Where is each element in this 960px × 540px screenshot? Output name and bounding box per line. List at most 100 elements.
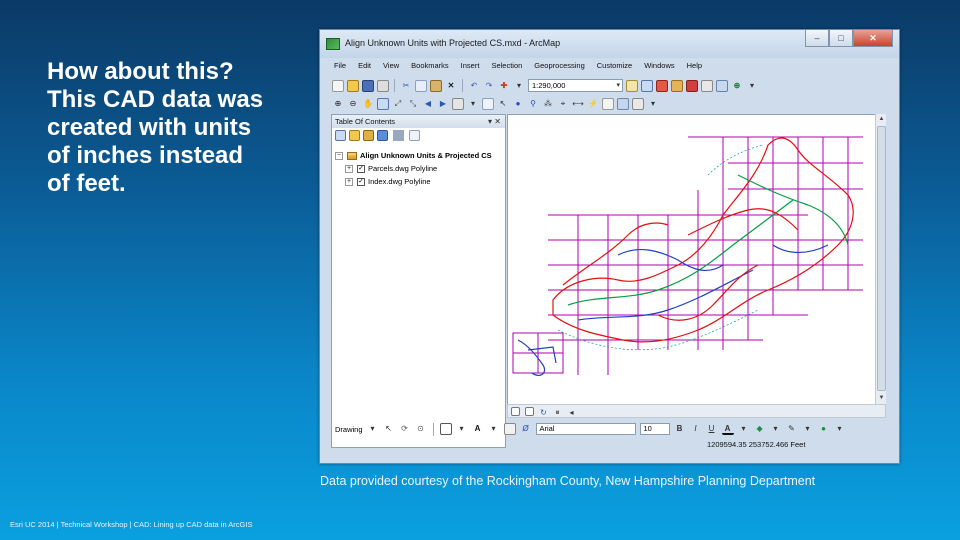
pause-drawing-icon[interactable]: ⏸	[553, 407, 562, 417]
text-dropdown-icon[interactable]: ▾	[488, 423, 500, 435]
hyperlink-icon[interactable]: ⚡	[587, 98, 599, 110]
go-forward-icon[interactable]: ▶	[437, 98, 449, 110]
font-name-combobox[interactable]: Arial	[535, 423, 636, 435]
underline-button[interactable]: U	[706, 423, 718, 435]
time-slider-icon[interactable]	[617, 97, 629, 110]
font-size-combobox[interactable]: 10	[639, 423, 670, 435]
refresh-view-icon[interactable]: ↻	[539, 407, 548, 417]
search-window-icon[interactable]	[671, 79, 683, 92]
rectangle-icon[interactable]	[439, 423, 452, 435]
go-back-icon[interactable]: ◀	[422, 98, 434, 110]
font-color-button[interactable]: A	[721, 423, 734, 435]
maximize-button[interactable]: □	[829, 30, 853, 47]
fill-color-dropdown-icon[interactable]: ▾	[770, 423, 782, 435]
copy-icon[interactable]	[415, 79, 427, 92]
add-data-dropdown-icon[interactable]: ▾	[513, 80, 525, 92]
select-elements-icon[interactable]: ↖	[383, 423, 395, 435]
layer-visibility-checkbox[interactable]: ✓	[357, 164, 365, 173]
menu-view[interactable]: View	[377, 61, 405, 75]
marker-color-dropdown-icon[interactable]: ▾	[834, 423, 846, 435]
editor-dropdown-icon[interactable]: ⊕	[731, 80, 743, 92]
map-vertical-scrollbar[interactable]: ▲ ▼	[875, 114, 886, 404]
window-titlebar[interactable]: Align Unknown Units with Projected CS.mx…	[320, 30, 899, 58]
toc-options-icon[interactable]	[409, 130, 420, 141]
paste-icon[interactable]	[430, 79, 442, 92]
menu-bookmarks[interactable]: Bookmarks	[405, 61, 455, 75]
scroll-down-icon[interactable]: ▼	[877, 394, 886, 403]
modelbuilder-icon[interactable]	[716, 79, 728, 92]
identify-icon[interactable]: ●	[512, 98, 524, 110]
cut-icon[interactable]: ✂	[400, 80, 412, 92]
go-to-xy-icon[interactable]: ⌖	[557, 98, 569, 110]
scroll-up-icon[interactable]: ▲	[877, 115, 886, 124]
arctoolbox-icon[interactable]	[686, 79, 698, 92]
rectangle-dropdown-icon[interactable]: ▾	[456, 423, 468, 435]
delete-icon[interactable]: ✕	[445, 80, 457, 92]
minimize-button[interactable]: –	[805, 30, 829, 47]
line-color-dropdown-icon[interactable]: ▾	[802, 423, 814, 435]
line-color-icon[interactable]: ✎	[786, 423, 798, 435]
layout-view-icon[interactable]	[525, 406, 534, 416]
add-data-icon[interactable]: ✚	[498, 80, 510, 92]
scroll-left-icon[interactable]: ◂	[567, 407, 576, 417]
menu-edit[interactable]: Edit	[352, 61, 377, 75]
editor-toolbar-icon[interactable]	[626, 79, 638, 92]
undo-icon[interactable]: ↶	[468, 80, 480, 92]
zoom-in-icon[interactable]: ⊕	[332, 98, 344, 110]
fill-color-icon[interactable]: ◆	[754, 423, 766, 435]
find-icon[interactable]: ⚲	[527, 98, 539, 110]
layer-visibility-checkbox[interactable]: ✓	[357, 177, 365, 186]
rotate-icon[interactable]: ⟳	[399, 423, 411, 435]
create-viewer-window-icon[interactable]	[632, 97, 644, 110]
drawing-menu[interactable]: Drawing	[335, 425, 363, 434]
full-extent-icon[interactable]	[377, 97, 389, 110]
list-by-source-icon[interactable]	[349, 130, 360, 141]
menu-file[interactable]: File	[328, 61, 352, 75]
close-button[interactable]: ✕	[853, 30, 893, 47]
save-icon[interactable]	[362, 79, 374, 92]
tools-overflow-icon[interactable]: ▾	[647, 98, 659, 110]
layer-row[interactable]: + ✓ Index.dwg Polyline	[335, 175, 492, 188]
clear-selection-icon[interactable]	[482, 97, 494, 110]
toc-pin-close[interactable]: ▾ ✕	[488, 115, 501, 128]
expand-icon[interactable]: +	[345, 177, 353, 186]
data-view-icon[interactable]	[511, 406, 520, 416]
menu-insert[interactable]: Insert	[455, 61, 486, 75]
drawing-dropdown-icon[interactable]: ▾	[367, 423, 379, 435]
marker-color-icon[interactable]: ●	[818, 423, 830, 435]
new-text-icon[interactable]	[503, 423, 516, 435]
zoom-out-icon[interactable]: ⊖	[347, 98, 359, 110]
select-elements-icon[interactable]: ↖	[497, 98, 509, 110]
new-document-icon[interactable]	[332, 79, 344, 92]
bold-button[interactable]: B	[674, 423, 686, 435]
redo-icon[interactable]: ↷	[483, 80, 495, 92]
select-features-icon[interactable]	[452, 97, 464, 110]
text-icon[interactable]: A	[472, 423, 484, 435]
html-popup-icon[interactable]	[602, 97, 614, 110]
select-dropdown-icon[interactable]: ▾	[467, 98, 479, 110]
menu-selection[interactable]: Selection	[485, 61, 528, 75]
print-icon[interactable]	[377, 79, 389, 92]
catalog-window-icon[interactable]	[656, 79, 668, 92]
measure-icon[interactable]: ⟷	[572, 98, 584, 110]
map-display[interactable]	[507, 114, 886, 418]
layer-row[interactable]: + ✓ Parcels.dwg Polyline	[335, 162, 492, 175]
toolbar-overflow-icon[interactable]: ▾	[746, 80, 758, 92]
data-frame-row[interactable]: − Align Unknown Units & Projected CS	[335, 149, 492, 162]
menu-geoprocessing[interactable]: Geoprocessing	[528, 61, 590, 75]
find-route-icon[interactable]: ⁂	[542, 98, 554, 110]
menu-customize[interactable]: Customize	[591, 61, 638, 75]
fixed-zoom-in-icon[interactable]: ⤢	[392, 98, 404, 110]
list-by-selection-icon[interactable]	[377, 130, 388, 141]
map-scale-combobox[interactable]: 1:290,000	[528, 79, 623, 92]
list-by-drawing-order-icon[interactable]	[335, 130, 346, 141]
fixed-zoom-out-icon[interactable]: ⤡	[407, 98, 419, 110]
table-of-contents-icon[interactable]	[641, 79, 653, 92]
zoom-whole-page-icon[interactable]: ⊙	[415, 423, 427, 435]
scroll-thumb[interactable]	[877, 126, 886, 391]
menu-windows[interactable]: Windows	[638, 61, 680, 75]
italic-button[interactable]: I	[690, 423, 702, 435]
list-by-visibility-icon[interactable]	[363, 130, 374, 141]
font-color-dropdown-icon[interactable]: ▾	[738, 423, 750, 435]
open-folder-icon[interactable]	[347, 79, 359, 92]
